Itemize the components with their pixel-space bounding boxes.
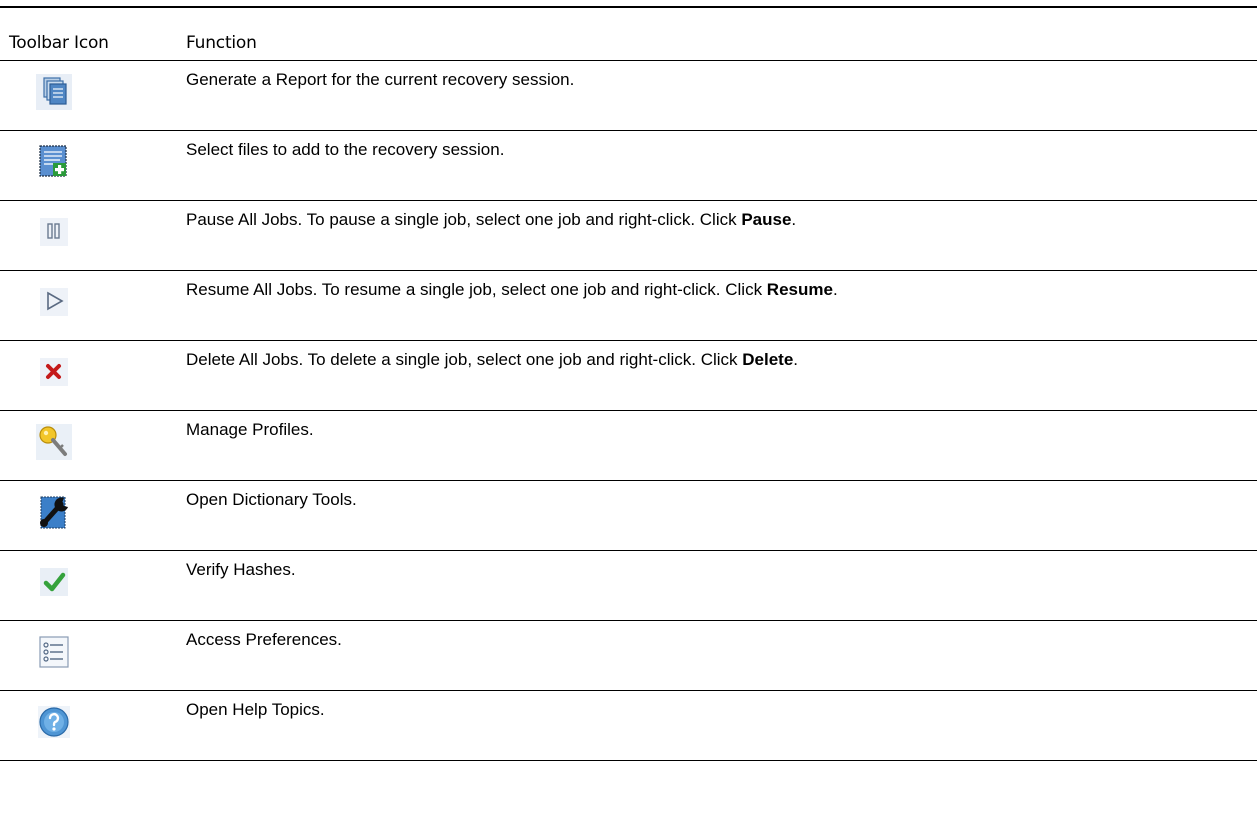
table-row: Manage Profiles. [0,411,1257,481]
function-text: Open Help Topics. [186,700,325,720]
function-text-main: Access Preferences. [186,630,342,649]
function-text-main: Pause All Jobs. To pause a single job, s… [186,210,742,229]
table-row: Pause All Jobs. To pause a single job, s… [0,201,1257,271]
function-text: Pause All Jobs. To pause a single job, s… [186,210,796,230]
function-text-bold: Resume [766,280,833,299]
header-toolbar-icon: Toolbar Icon [9,33,109,53]
top-rule [0,6,1257,8]
function-text-tail: . [791,210,797,229]
function-text-main: Select files to add to the recovery sess… [186,140,505,159]
table-header: Toolbar Icon Function [0,33,1257,57]
function-text: Select files to add to the recovery sess… [186,140,504,160]
function-text: Verify Hashes. [186,560,296,580]
table-row: Open Dictionary Tools. [0,481,1257,551]
function-text-bold: Pause [741,210,792,229]
function-text: Delete All Jobs. To delete a single job,… [186,350,798,370]
function-text-tail: . [793,350,799,369]
function-text: Access Preferences. [186,630,342,650]
table-row: Select files to add to the recovery sess… [0,131,1257,201]
manage-profiles-key-icon [34,422,74,462]
dictionary-tools-wrench-icon [34,492,74,532]
function-text-main: Delete All Jobs. To delete a single job,… [186,350,743,369]
toolbar-icons-table: Toolbar Icon Function Generate a Report … [0,0,1257,840]
preferences-list-icon [34,632,74,672]
header-function: Function [186,33,257,53]
table-row: Generate a Report for the current recove… [0,61,1257,131]
table-row: Open Help Topics. [0,691,1257,761]
function-text: Manage Profiles. [186,420,314,440]
function-text: Generate a Report for the current recove… [186,70,574,90]
function-text-main: Generate a Report for the current recove… [186,70,575,89]
table-row: Access Preferences. [0,621,1257,691]
table-row: Resume All Jobs. To resume a single job,… [0,271,1257,341]
function-text-main: Open Help Topics. [186,700,325,719]
function-text-main: Resume All Jobs. To resume a single job,… [186,280,767,299]
function-text: Open Dictionary Tools. [186,490,357,510]
add-files-icon [34,142,74,182]
pause-all-icon [34,212,74,252]
function-text: Resume All Jobs. To resume a single job,… [186,280,838,300]
function-text-main: Manage Profiles. [186,420,314,439]
table-row: Delete All Jobs. To delete a single job,… [0,341,1257,411]
help-question-icon [34,702,74,742]
verify-hashes-check-icon [34,562,74,602]
generate-report-icon [34,72,74,112]
table-row: Verify Hashes. [0,551,1257,621]
function-text-tail: . [832,280,838,299]
function-text-main: Open Dictionary Tools. [186,490,357,509]
function-text-main: Verify Hashes. [186,560,296,579]
delete-all-icon [34,352,74,392]
function-text-bold: Delete [742,350,794,369]
resume-all-icon [34,282,74,322]
